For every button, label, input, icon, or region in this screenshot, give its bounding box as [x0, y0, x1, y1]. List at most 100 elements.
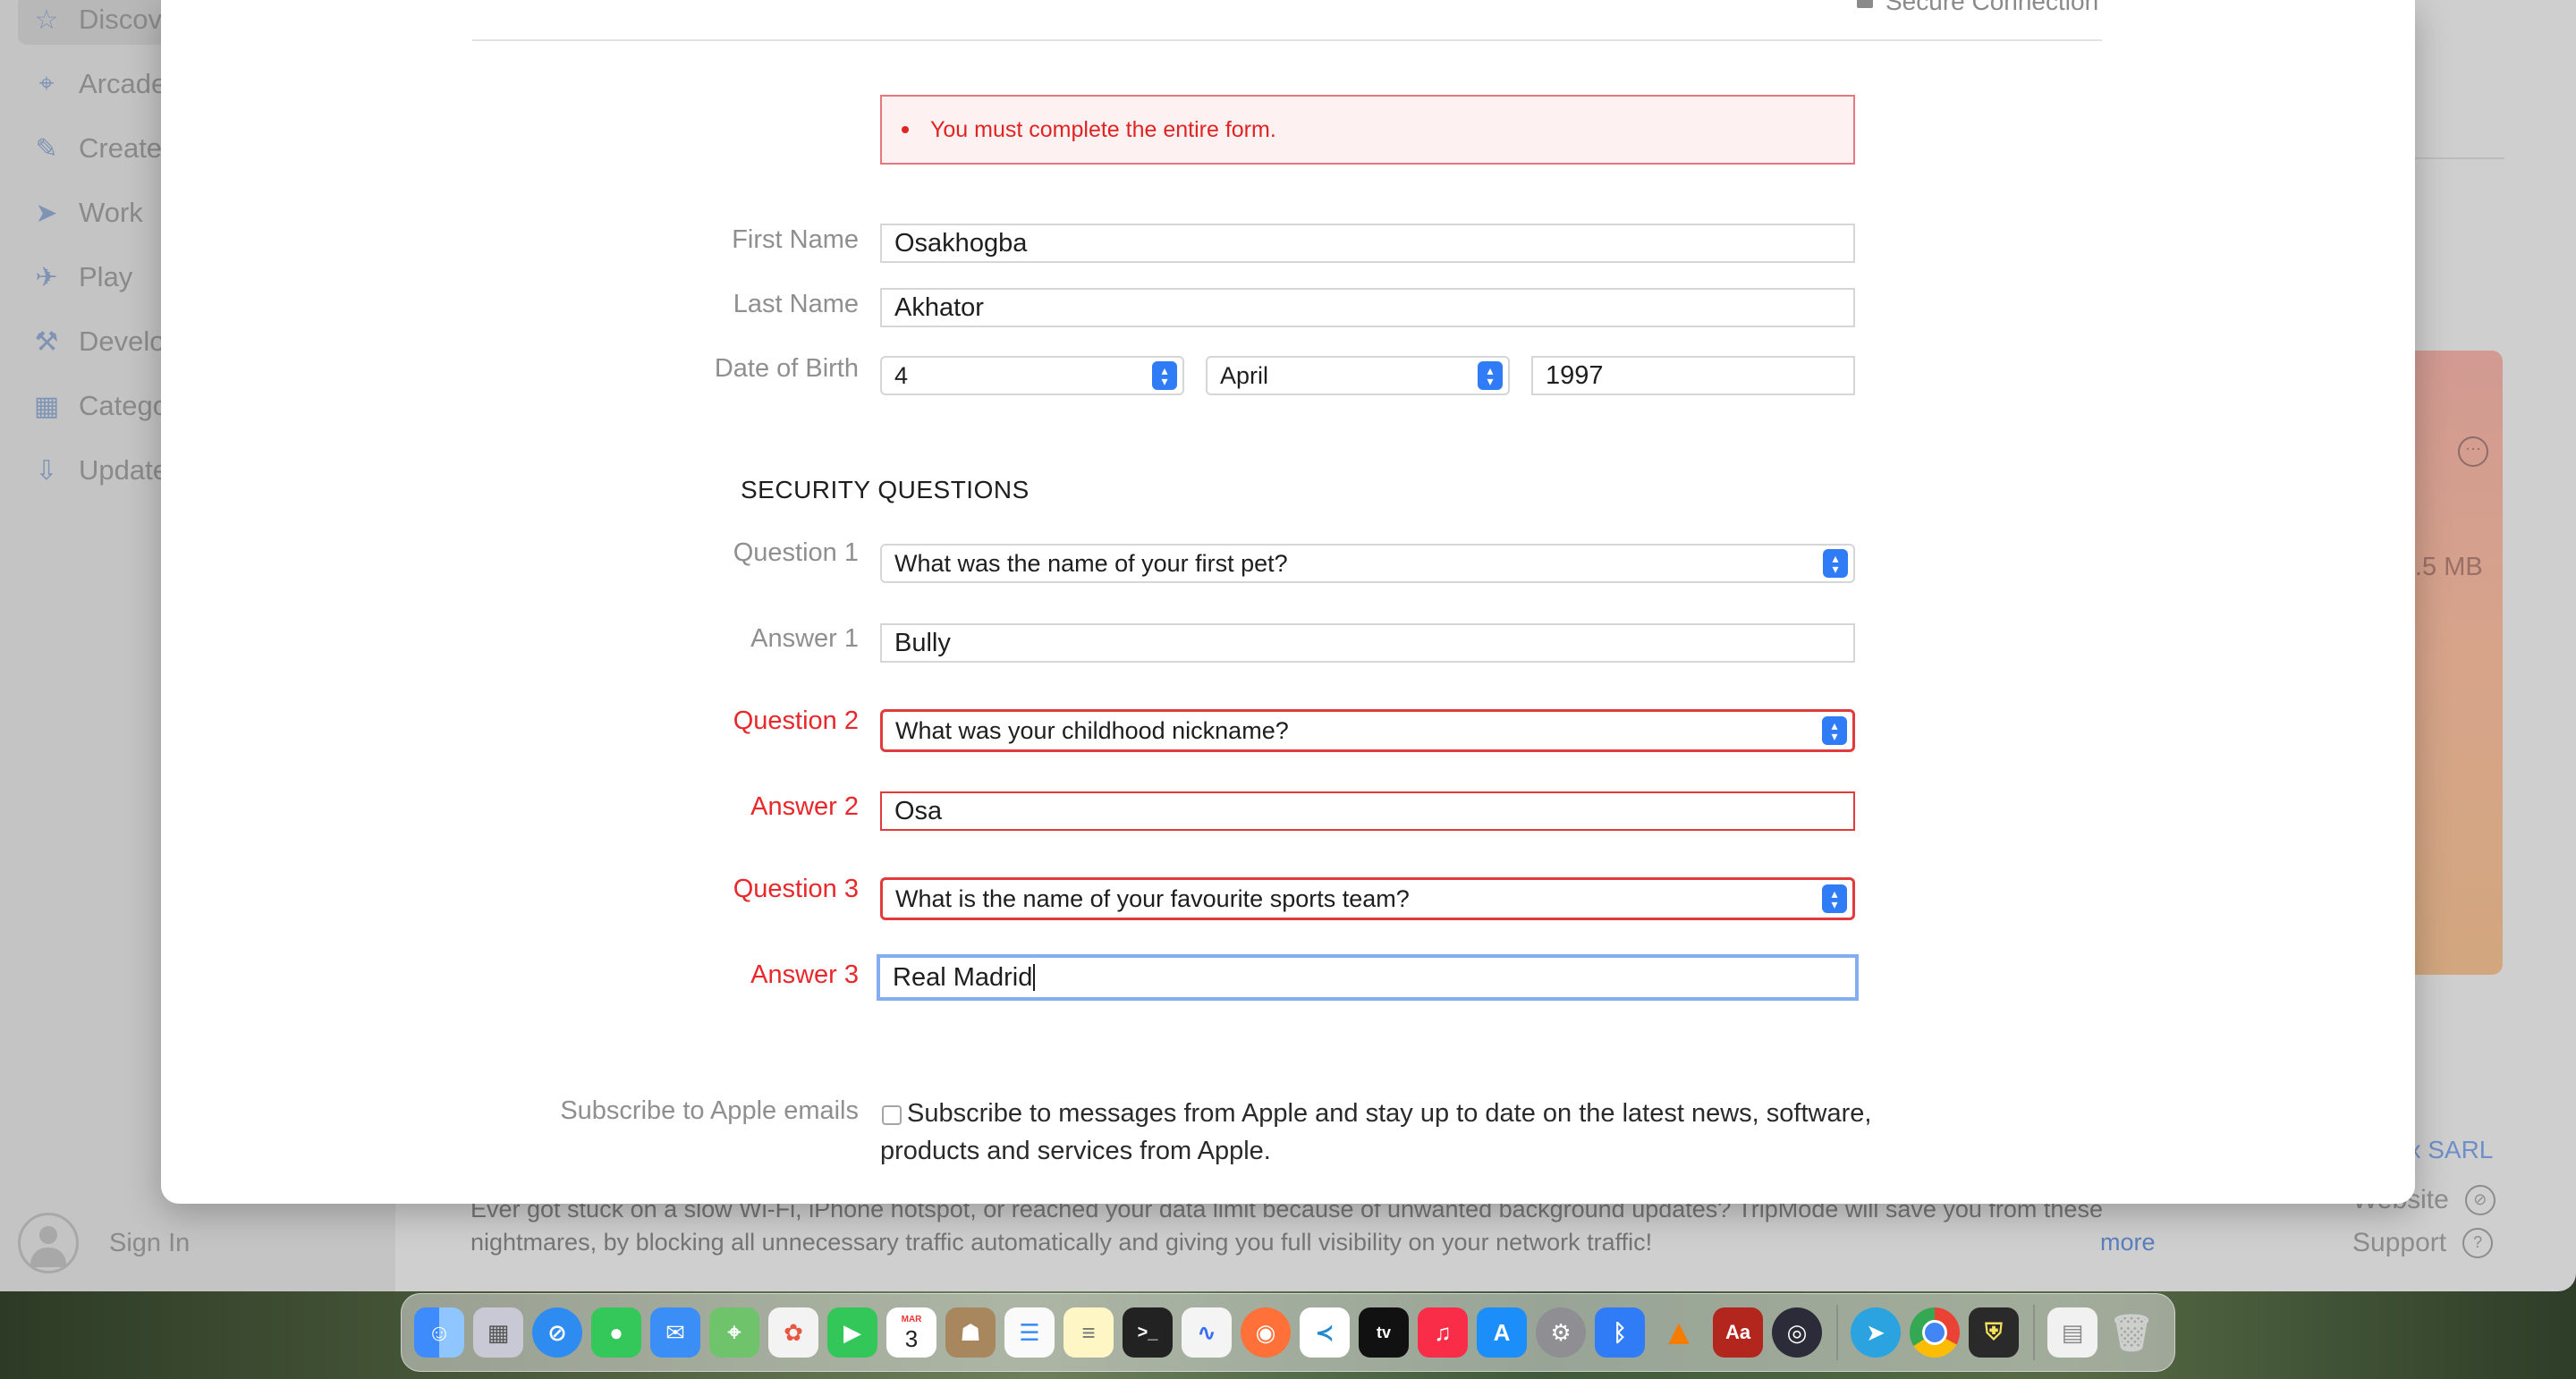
first-name-field[interactable]: Osakhogba	[880, 224, 1855, 263]
chevron-updown-icon: ▴ ▾	[1822, 716, 1847, 745]
question2-select[interactable]: What was your childhood nickname? ▴ ▾	[880, 709, 1855, 752]
finder-icon[interactable]: ☺	[414, 1307, 464, 1358]
security-icon[interactable]: ⛨	[1969, 1307, 2019, 1358]
photos-icon[interactable]: ✿	[768, 1307, 818, 1358]
paperplane-icon: ➤	[35, 198, 58, 228]
chrome-icon[interactable]	[1910, 1307, 1960, 1358]
sign-in-button[interactable]: Sign In	[18, 1213, 190, 1273]
chevron-updown-icon: ▴ ▾	[1152, 361, 1177, 390]
answer3-value: Real Madrid	[893, 962, 1033, 992]
star-icon: ☆	[34, 4, 59, 35]
contacts-icon[interactable]: ☗	[945, 1307, 996, 1358]
dock-separator	[1836, 1305, 1838, 1360]
sidebar-item-label: Create	[79, 132, 163, 164]
answer3-label: Answer 3	[750, 960, 859, 989]
mail-icon[interactable]: ✉	[650, 1307, 700, 1358]
subscribe-text: Subscribe to messages from Apple and sta…	[880, 1099, 1872, 1165]
question3-label: Question 3	[733, 875, 859, 903]
safari-icon[interactable]: ⊘	[532, 1307, 582, 1358]
dictionary-icon[interactable]: Aa	[1713, 1307, 1763, 1358]
dob-month-select[interactable]: April ▴ ▾	[1206, 356, 1510, 395]
first-name-label: First Name	[732, 225, 859, 254]
notes-icon[interactable]: ≡	[1063, 1307, 1114, 1358]
chevron-updown-icon: ▴ ▾	[1823, 549, 1848, 578]
question1-select[interactable]: What was the name of your first pet? ▴ ▾	[880, 544, 1855, 583]
brush-icon: ✎	[35, 133, 58, 164]
answer1-field[interactable]: Bully	[880, 623, 1855, 663]
question3-value: What is the name of your favourite sport…	[895, 884, 1410, 912]
secure-connection-label: Secure Connection	[1885, 0, 2099, 15]
grid-icon: ▦	[33, 391, 60, 421]
last-name-field[interactable]: Akhator	[880, 288, 1855, 327]
dob-label: Date of Birth	[714, 354, 859, 383]
support-link[interactable]: Support ?	[2352, 1228, 2494, 1258]
facetime-icon[interactable]: ▶	[827, 1307, 877, 1358]
telegram-icon[interactable]: ➤	[1851, 1307, 1901, 1358]
support-label: Support	[2352, 1228, 2447, 1257]
avatar-icon	[18, 1213, 79, 1273]
dob-month-value: April	[1220, 361, 1269, 389]
text-caret	[1033, 964, 1036, 991]
subscribe-label: Subscribe to Apple emails	[560, 1096, 859, 1125]
divider	[472, 39, 2102, 41]
dob-day-select[interactable]: 4 ▴ ▾	[880, 356, 1184, 395]
settings-icon[interactable]: ⚙	[1536, 1307, 1586, 1358]
chevron-updown-icon: ▴ ▾	[1478, 361, 1503, 390]
dob-day-value: 4	[894, 361, 909, 389]
maps-icon[interactable]: ⌖	[709, 1307, 759, 1358]
dock: ☺ ▦ ⊘ ● ✉ ⌖ ✿ ▶ MAR 3 ☗ ☰ ≡ >_ ∿ ◉ ≺ tv …	[401, 1293, 2175, 1372]
music-icon[interactable]: ♫	[1418, 1307, 1468, 1358]
bullet-icon	[902, 126, 909, 133]
dock-separator	[2033, 1305, 2035, 1360]
answer1-label: Answer 1	[750, 624, 859, 653]
joystick-icon: ⌖	[38, 69, 55, 98]
compass-icon: ⊘	[2464, 1185, 2496, 1215]
chevron-updown-icon: ▴ ▾	[1822, 884, 1847, 913]
calendar-icon[interactable]: MAR 3	[886, 1307, 936, 1358]
calendar-month: MAR	[901, 1315, 922, 1324]
freeform-icon[interactable]: ∿	[1182, 1307, 1232, 1358]
sidebar-item-label: Work	[79, 197, 143, 228]
app-preview-card: ··· .5 MB	[2415, 351, 2503, 975]
create-account-sheet: Secure Connection You must complete the …	[161, 0, 2415, 1204]
terminal-icon[interactable]: >_	[1123, 1307, 1173, 1358]
trash-icon[interactable]: 🗑	[2106, 1307, 2157, 1358]
answer3-field[interactable]: Real Madrid	[877, 954, 1859, 1001]
subscribe-checkbox[interactable]	[882, 1105, 902, 1125]
question1-label: Question 1	[733, 538, 859, 567]
calendar-day: 3	[904, 1325, 919, 1352]
hammer-icon: ⚒	[34, 326, 59, 357]
app-size: .5 MB	[2415, 553, 2483, 581]
answer2-field[interactable]: Osa	[880, 791, 1855, 831]
sidebar-item-label: Arcade	[79, 68, 167, 99]
sign-in-label: Sign In	[109, 1228, 191, 1257]
answer2-label: Answer 2	[750, 792, 859, 821]
appstore-icon[interactable]: A	[1477, 1307, 1527, 1358]
question-icon: ?	[2462, 1228, 2494, 1258]
last-name-label: Last Name	[733, 290, 859, 318]
security-questions-heading: SECURITY QUESTIONS	[741, 476, 1030, 503]
question2-label: Question 2	[733, 706, 859, 735]
secure-connection: Secure Connection	[1857, 0, 2098, 16]
messages-icon[interactable]: ●	[591, 1307, 641, 1358]
obs-icon[interactable]: ◎	[1772, 1307, 1822, 1358]
question2-value: What was your childhood nickname?	[895, 716, 1289, 744]
reminders-icon[interactable]: ☰	[1004, 1307, 1055, 1358]
document-icon[interactable]: ▤	[2047, 1307, 2097, 1358]
lock-icon	[1857, 0, 1873, 8]
vlc-icon[interactable]: ▲	[1654, 1307, 1704, 1358]
dob-year-field[interactable]: 1997	[1531, 356, 1855, 395]
question1-value: What was the name of your first pet?	[894, 549, 1288, 577]
more-link[interactable]: more	[2100, 1229, 2156, 1256]
download-icon: ⇩	[35, 455, 58, 486]
firefox-icon[interactable]: ◉	[1241, 1307, 1291, 1358]
bluetooth-icon[interactable]: ᛒ	[1595, 1307, 1645, 1358]
divider	[2415, 157, 2504, 159]
error-message: You must complete the entire form.	[930, 116, 1276, 142]
launchpad-icon[interactable]: ▦	[473, 1307, 523, 1358]
appletv-icon[interactable]: tv	[1359, 1307, 1409, 1358]
question3-select[interactable]: What is the name of your favourite sport…	[880, 877, 1855, 920]
vscode-icon[interactable]: ≺	[1300, 1307, 1350, 1358]
sidebar-item-label: Play	[79, 261, 133, 292]
more-options-icon[interactable]: ···	[2458, 436, 2488, 467]
